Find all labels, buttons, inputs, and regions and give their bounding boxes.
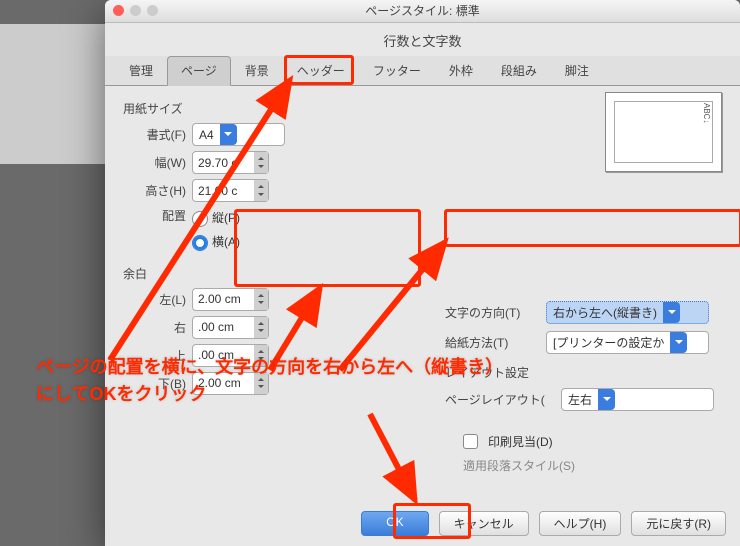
margins-label: 余白	[123, 265, 722, 282]
portrait-radio[interactable]	[192, 211, 208, 227]
annotation-text: ページの配置を横に、文字の方向を右から左へ（縦書き） にしてOKをクリック	[36, 354, 503, 408]
help-button[interactable]: ヘルプ(H)	[539, 511, 622, 536]
landscape-radio[interactable]	[192, 235, 208, 251]
ok-button[interactable]: OK	[361, 511, 428, 536]
orientation-label: 配置	[131, 207, 186, 224]
print-register-checkbox[interactable]	[463, 434, 478, 449]
height-label: 高さ(H)	[131, 182, 186, 199]
tab-footnote[interactable]: 脚注	[551, 56, 603, 85]
tab-background[interactable]: 背景	[231, 56, 283, 85]
format-label: 書式(F)	[131, 126, 186, 143]
page-style-dialog: ページスタイル: 標準 行数と文字数 管理 ページ 背景 ヘッダー フッター 外…	[105, 0, 740, 546]
margin-right-stepper[interactable]: .00 cm	[192, 316, 269, 339]
cancel-button[interactable]: キャンセル	[439, 511, 529, 536]
text-direction-select[interactable]: 右から左へ(縦書き)	[546, 301, 709, 324]
titlebar: ページスタイル: 標準	[105, 0, 740, 23]
height-stepper[interactable]: 21.00 c	[192, 179, 269, 202]
close-icon[interactable]	[113, 5, 124, 16]
page-preview: ABC↓	[605, 92, 722, 172]
tab-header[interactable]: ヘッダー	[283, 56, 359, 85]
zoom-icon	[147, 5, 158, 16]
tab-bar: 管理 ページ 背景 ヘッダー フッター 外枠 段組み 脚注	[105, 56, 740, 86]
tab-columns[interactable]: 段組み	[487, 56, 551, 85]
margin-left-stepper[interactable]: 2.00 cm	[192, 288, 269, 311]
tab-page[interactable]: ページ	[167, 56, 231, 86]
dialog-subtitle: 行数と文字数	[105, 23, 740, 56]
minimize-icon	[130, 5, 141, 16]
width-stepper[interactable]: 29.70 c	[192, 151, 269, 174]
tab-border[interactable]: 外枠	[435, 56, 487, 85]
page-layout-select[interactable]: 左右	[561, 388, 714, 411]
reset-button[interactable]: 元に戻す(R)	[631, 511, 726, 536]
format-select[interactable]: A4	[192, 123, 285, 146]
paper-tray-select[interactable]: [プリンターの設定か	[546, 331, 709, 354]
tab-footer[interactable]: フッター	[359, 56, 435, 85]
width-label: 幅(W)	[131, 154, 186, 171]
window-title: ページスタイル: 標準	[365, 4, 479, 18]
tab-manage[interactable]: 管理	[115, 56, 167, 85]
